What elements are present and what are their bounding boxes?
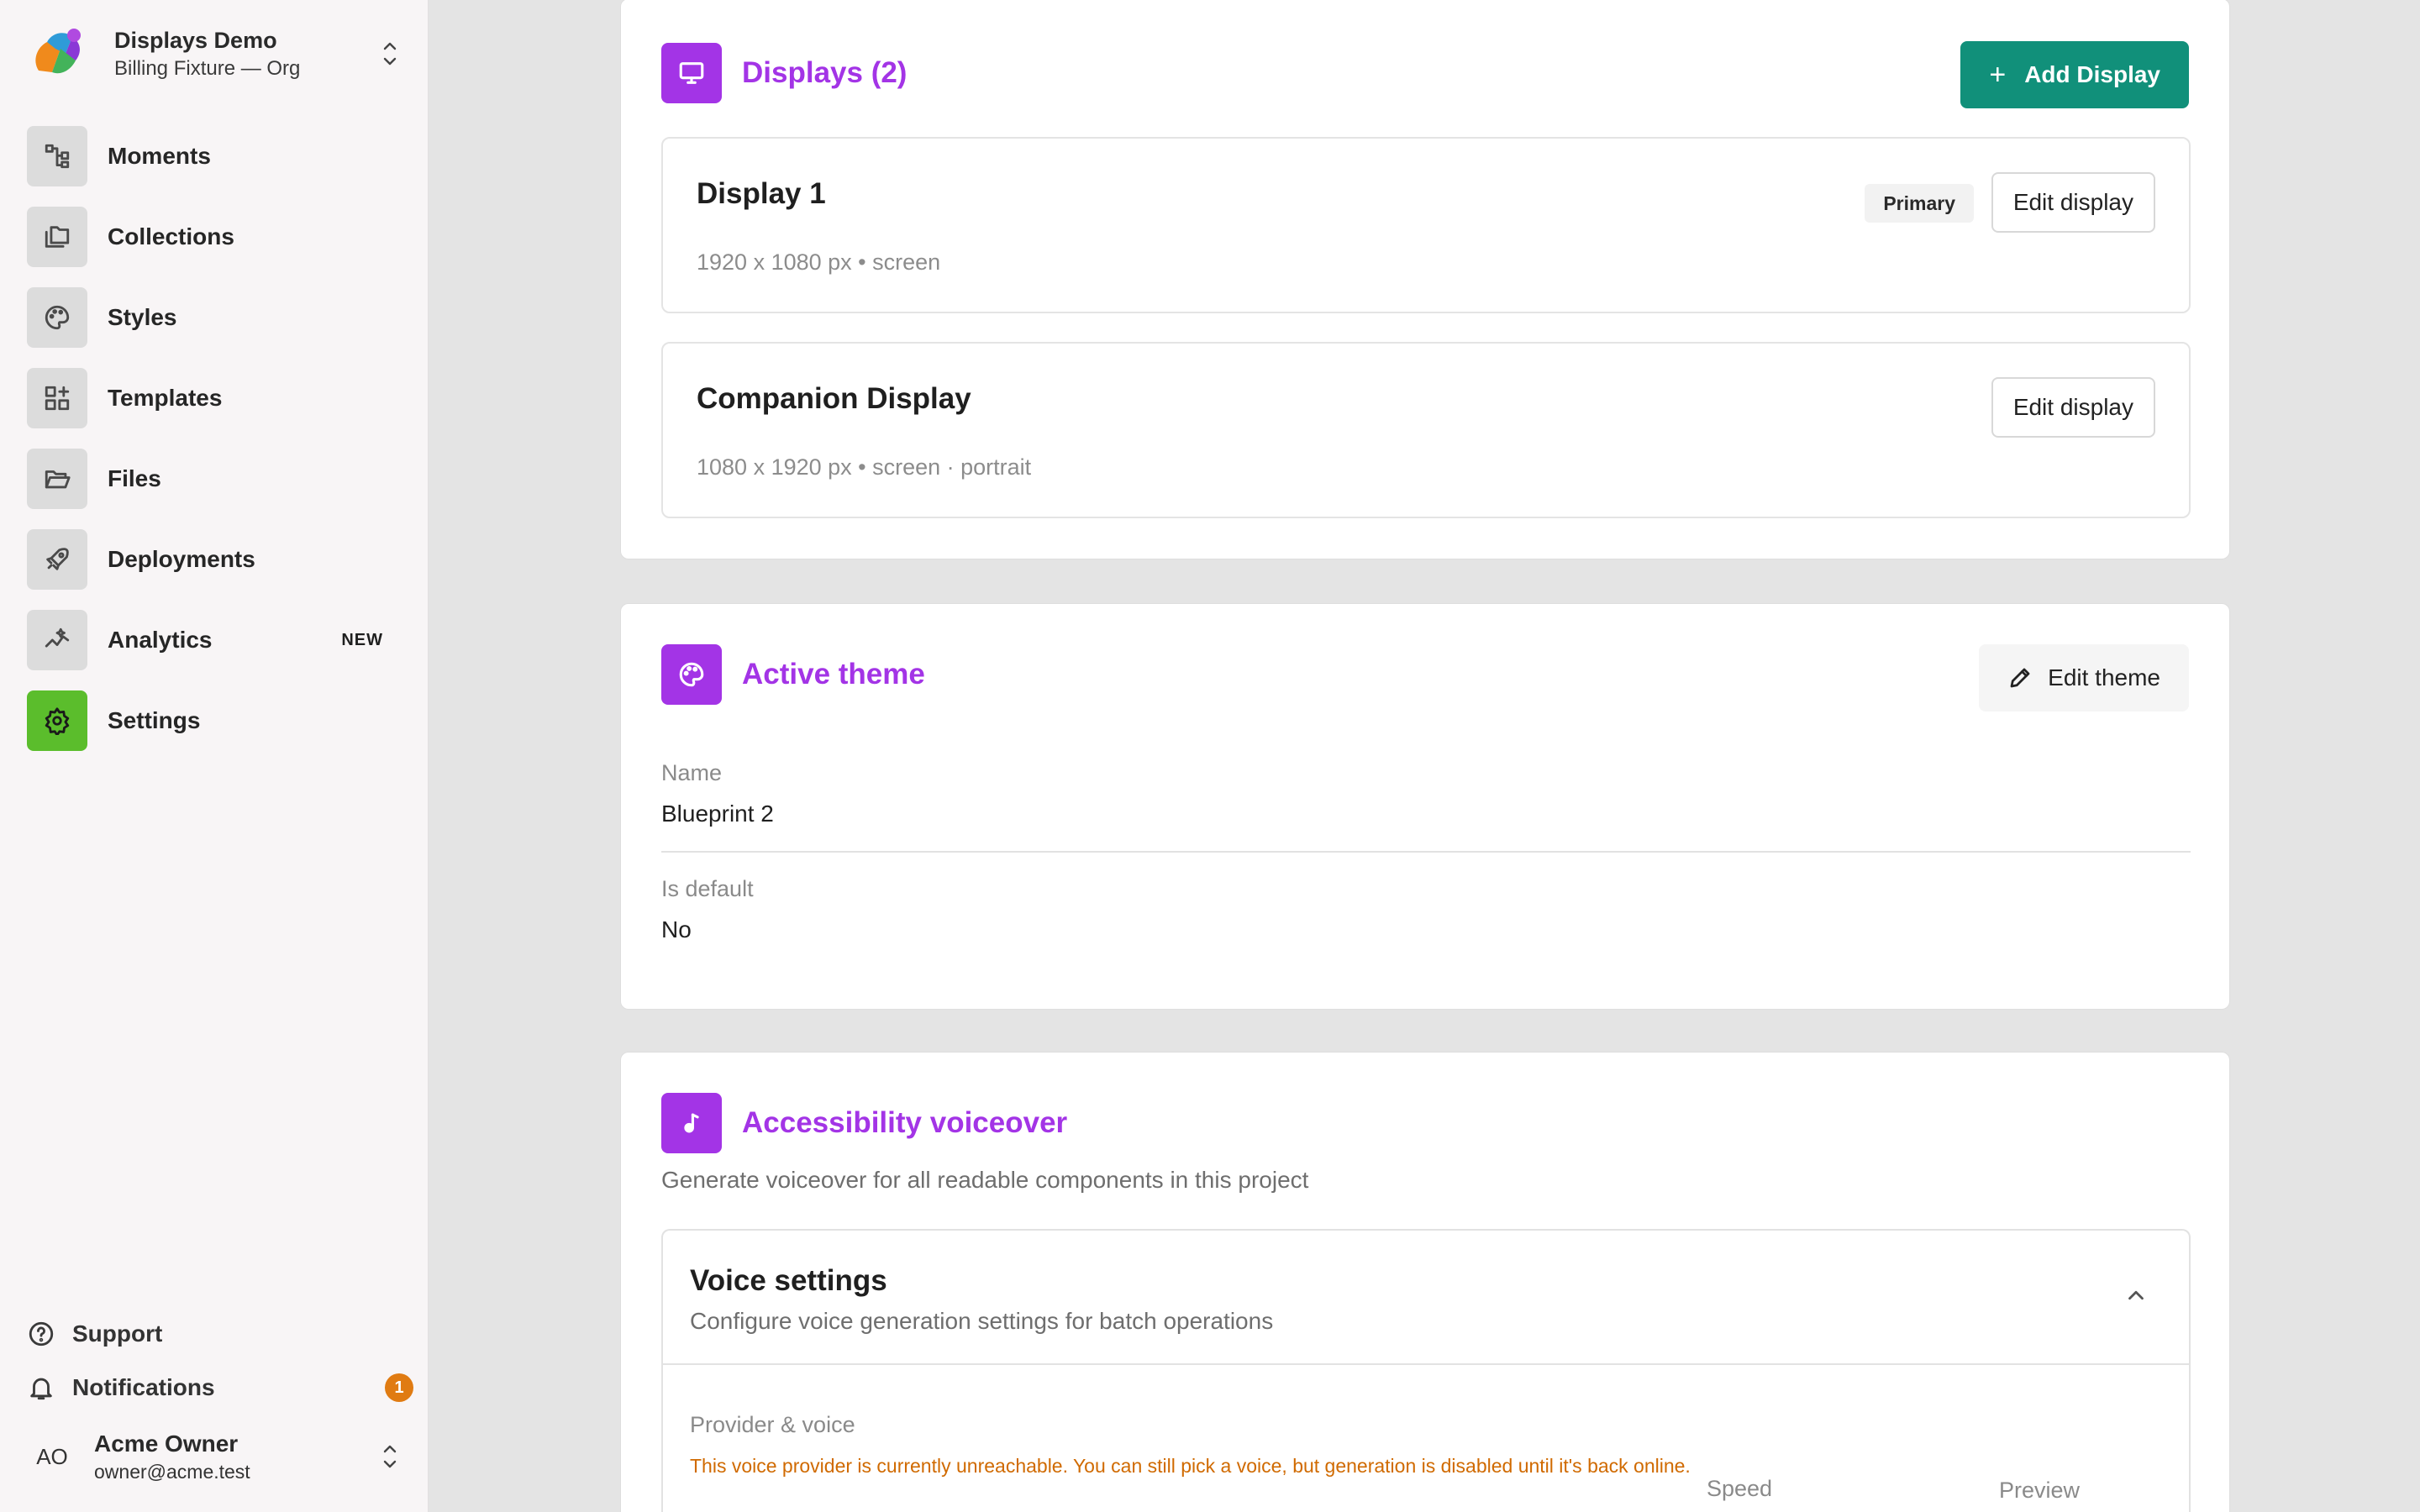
plus-icon: + [1989, 58, 2007, 91]
voiceover-title: Accessibility voiceover [742, 1106, 1068, 1139]
sidebar-item-label: Settings [108, 707, 201, 733]
edit-theme-label: Edit theme [2048, 664, 2160, 690]
analytics-icon [27, 610, 87, 670]
display-item: Companion Display 1080 x 1920 px • scree… [661, 342, 2191, 518]
sidebar-item-deployments[interactable]: Deployments [27, 529, 402, 590]
support-label: Support [72, 1320, 163, 1347]
help-circle-icon [29, 1321, 54, 1347]
sidebar-item-label: Moments [108, 143, 211, 169]
voice-settings-header[interactable]: Voice settings Configure voice generatio… [663, 1231, 2189, 1365]
chevron-up-down-icon [383, 42, 397, 66]
pencil-icon [2010, 668, 2030, 688]
voice-settings-subtitle: Configure voice generation settings for … [690, 1308, 1274, 1334]
sidebar-item-settings[interactable]: Settings [27, 690, 402, 751]
sidebar-item-label: Files [108, 465, 161, 491]
support-link[interactable]: Support [27, 1314, 413, 1354]
edit-theme-button[interactable]: Edit theme [1979, 644, 2189, 711]
avatar: AO [36, 1443, 68, 1469]
sidebar-item-collections[interactable]: Collections [27, 207, 402, 267]
sidebar-item-label: Deployments [108, 546, 255, 572]
add-display-button[interactable]: + Add Display [1960, 41, 2189, 108]
voice-settings-title: Voice settings [690, 1264, 887, 1297]
sidebar-item-label: Analytics [108, 627, 213, 653]
speed-label: Speed [1707, 1476, 1773, 1501]
preview-label: Preview [1999, 1478, 2081, 1503]
provider-warning: This voice provider is currently unreach… [690, 1455, 1691, 1477]
sidebar-item-templates[interactable]: Templates [27, 368, 402, 428]
sidebar-item-moments[interactable]: Moments [27, 126, 402, 186]
collections-icon [27, 207, 87, 267]
voiceover-subtitle: Generate voiceover for all readable comp… [661, 1167, 1309, 1193]
display-meta: 1920 x 1080 px • screen [697, 249, 941, 275]
display-name: Display 1 [697, 177, 826, 210]
gear-icon [27, 690, 87, 751]
user-email: owner@acme.test [94, 1461, 250, 1483]
sidebar: Displays Demo Billing Fixture — Org Mome… [0, 0, 429, 1512]
sidebar-nav: Moments Collections Styles Templates Fil… [27, 126, 402, 771]
display-meta: 1080 x 1920 px • screen · portrait [697, 454, 1032, 480]
sidebar-item-files[interactable]: Files [27, 449, 402, 509]
notifications-link[interactable]: Notifications 1 [27, 1368, 413, 1408]
sidebar-item-styles[interactable]: Styles [27, 287, 402, 348]
display-item: Display 1 1920 x 1080 px • screen Primar… [661, 137, 2191, 313]
folder-open-icon [27, 449, 87, 509]
palette-icon [661, 644, 722, 705]
org-switcher[interactable]: Displays Demo Billing Fixture — Org [27, 22, 402, 86]
music-note-icon [661, 1093, 722, 1153]
active-theme-title: Active theme [742, 658, 925, 690]
edit-display-button[interactable]: Edit display [1991, 377, 2155, 438]
monitor-icon [661, 43, 722, 103]
theme-name-label: Name [661, 760, 723, 785]
primary-badge: Primary [1865, 184, 1974, 223]
is-default-value: No [661, 916, 692, 942]
templates-icon [27, 368, 87, 428]
org-subtitle: Billing Fixture — Org [114, 57, 301, 80]
sidebar-item-analytics[interactable]: Analytics NEW [27, 610, 402, 670]
sidebar-item-label: Styles [108, 304, 177, 330]
palette-icon [27, 287, 87, 348]
notification-count-badge: 1 [385, 1373, 413, 1402]
sidebar-footer: Support Notifications 1 [27, 1314, 413, 1421]
divider [661, 851, 2191, 853]
displays-title: Displays (2) [742, 56, 908, 89]
chevron-up-down-icon [383, 1445, 397, 1468]
rocket-icon [27, 529, 87, 590]
bell-icon [30, 1378, 52, 1400]
notifications-label: Notifications [72, 1374, 215, 1400]
sidebar-item-label: Templates [108, 385, 223, 411]
accessibility-voiceover-card: Accessibility voiceover Generate voiceov… [620, 1052, 2230, 1512]
provider-voice-label: Provider & voice [690, 1412, 855, 1437]
edit-display-button[interactable]: Edit display [1991, 172, 2155, 233]
add-display-label: Add Display [2024, 61, 2160, 87]
display-name: Companion Display [697, 382, 971, 415]
new-badge: NEW [341, 630, 383, 649]
theme-name-value: Blueprint 2 [661, 801, 774, 827]
displays-card: Displays (2) + Add Display Display 1 192… [620, 0, 2230, 559]
org-name: Displays Demo [114, 28, 277, 53]
user-menu[interactable]: AO Acme Owner owner@acme.test [27, 1425, 402, 1488]
app-logo-icon [35, 29, 81, 74]
sidebar-item-label: Collections [108, 223, 234, 249]
chevron-up-icon [2128, 1290, 2144, 1300]
voice-settings-panel: Voice settings Configure voice generatio… [661, 1229, 2191, 1512]
user-name: Acme Owner [94, 1431, 239, 1457]
active-theme-card: Active theme Edit theme Name Blueprint 2… [620, 603, 2230, 1010]
workflow-icon [27, 126, 87, 186]
is-default-label: Is default [661, 876, 754, 901]
